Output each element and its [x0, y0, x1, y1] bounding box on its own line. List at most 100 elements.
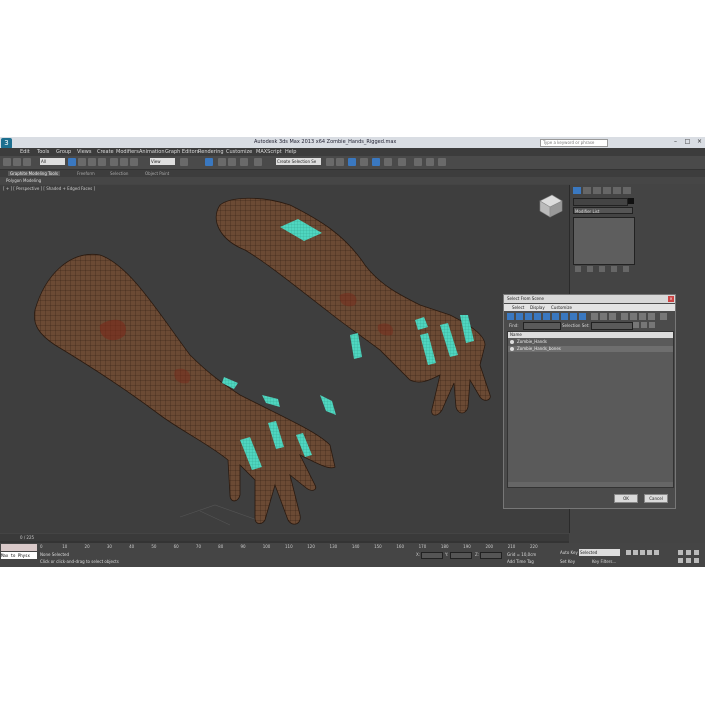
- utilities-tab-icon[interactable]: [623, 187, 631, 194]
- x-field[interactable]: [421, 552, 443, 559]
- y-field[interactable]: [450, 552, 472, 559]
- set-key-button[interactable]: Set Key: [560, 558, 575, 565]
- timeline[interactable]: 0 / 225: [0, 534, 569, 543]
- menu-views[interactable]: Views: [77, 149, 91, 155]
- menu-tools[interactable]: Tools: [37, 149, 49, 155]
- go-to-start-icon[interactable]: [626, 550, 631, 555]
- curve-editor-icon[interactable]: [372, 158, 380, 166]
- display-spacewarps-icon[interactable]: [552, 313, 559, 320]
- track-bar[interactable]: 0 10 20 30 40 50 60 70 80 90 100 110 120 130 140 150 160…: [40, 543, 550, 550]
- menu-modifiers[interactable]: Modifiers: [116, 149, 139, 155]
- render-production-icon[interactable]: [438, 158, 446, 166]
- sync-selection-icon[interactable]: [621, 313, 628, 320]
- remove-modifier-icon[interactable]: [611, 266, 617, 272]
- zoom-icon[interactable]: [678, 550, 683, 555]
- previous-frame-icon[interactable]: [633, 550, 638, 555]
- tab-freeform[interactable]: Freeform: [77, 171, 95, 176]
- find-input[interactable]: [523, 322, 561, 330]
- key-filters-button[interactable]: Key Filters...: [592, 558, 616, 565]
- graphite-toggle-icon[interactable]: [360, 158, 368, 166]
- delete-set-icon[interactable]: [641, 322, 647, 328]
- spinner-snap-icon[interactable]: [240, 158, 248, 166]
- select-object-icon[interactable]: [68, 158, 76, 166]
- window-crossing-icon[interactable]: [98, 158, 106, 166]
- dialog-menu-select[interactable]: Select: [512, 305, 524, 310]
- menu-animation[interactable]: Animation: [139, 149, 165, 155]
- menu-help[interactable]: Help: [285, 149, 296, 155]
- selection-filter-dropdown[interactable]: All: [40, 158, 65, 165]
- motion-tab-icon[interactable]: [603, 187, 611, 194]
- filter-icon[interactable]: [660, 313, 667, 320]
- search-input[interactable]: Type a keyword or phrase: [540, 139, 608, 147]
- display-groups-icon[interactable]: [561, 313, 568, 320]
- tab-selection[interactable]: Selection: [110, 171, 128, 176]
- maxscript-listener-pink[interactable]: [1, 544, 37, 551]
- hierarchy-tab-icon[interactable]: [593, 187, 601, 194]
- menu-graph-editors[interactable]: Graph Editors: [165, 149, 199, 155]
- pan-icon[interactable]: [686, 558, 691, 563]
- list-item[interactable]: Zombie_Hands: [508, 339, 673, 345]
- right-hand-mesh[interactable]: [215, 197, 491, 416]
- z-field[interactable]: [480, 552, 502, 559]
- zoom-extents-icon[interactable]: [694, 550, 699, 555]
- selection-set-dropdown[interactable]: [591, 322, 633, 330]
- layer-manager-icon[interactable]: [348, 158, 356, 166]
- region-select-icon[interactable]: [88, 158, 96, 166]
- save-set-icon[interactable]: [633, 322, 639, 328]
- dialog-menu-display[interactable]: Display: [530, 305, 545, 310]
- list-item[interactable]: Zombie_Hands_bones: [508, 346, 673, 352]
- rendered-frame-icon[interactable]: [426, 158, 434, 166]
- undo-icon[interactable]: [3, 158, 11, 166]
- align-icon[interactable]: [336, 158, 344, 166]
- schematic-view-icon[interactable]: [384, 158, 392, 166]
- zoom-all-icon[interactable]: [686, 550, 691, 555]
- modify-tab-icon[interactable]: [583, 187, 591, 194]
- select-children-icon[interactable]: [630, 313, 637, 320]
- reference-coord-dropdown[interactable]: View: [150, 158, 175, 165]
- display-xrefs-icon[interactable]: [570, 313, 577, 320]
- display-invert-icon[interactable]: [609, 313, 616, 320]
- orbit-icon[interactable]: [694, 558, 699, 563]
- display-lights-icon[interactable]: [525, 313, 532, 320]
- display-none-icon[interactable]: [600, 313, 607, 320]
- menu-edit[interactable]: Edit: [20, 149, 30, 155]
- maximize-icon[interactable]: □: [682, 138, 693, 146]
- pivot-icon[interactable]: [180, 158, 188, 166]
- display-tab-icon[interactable]: [613, 187, 621, 194]
- percent-snap-icon[interactable]: [228, 158, 236, 166]
- menu-create[interactable]: Create: [97, 149, 114, 155]
- modifier-list-dropdown[interactable]: Modifier List: [573, 207, 633, 214]
- field-of-view-icon[interactable]: [678, 558, 683, 563]
- perspective-viewport[interactable]: [ + ] [ Perspective ] [ Shaded + Edged F…: [0, 185, 570, 533]
- menu-maxscript[interactable]: MAXScript: [256, 149, 282, 155]
- close-icon[interactable]: ×: [694, 138, 705, 146]
- cancel-button[interactable]: Cancel: [644, 494, 668, 503]
- polygon-modeling-label[interactable]: Polygon Modeling: [6, 178, 41, 183]
- ok-button[interactable]: OK: [614, 494, 638, 503]
- display-all-icon[interactable]: [591, 313, 598, 320]
- scene-object-list[interactable]: Name Zombie_Hands Zombie_Hands_bones: [507, 331, 674, 488]
- rotate-icon[interactable]: [120, 158, 128, 166]
- display-shapes-icon[interactable]: [516, 313, 523, 320]
- play-icon[interactable]: [640, 550, 645, 555]
- select-dependents-icon[interactable]: [639, 313, 646, 320]
- display-helpers-icon[interactable]: [543, 313, 550, 320]
- edit-named-sets-icon[interactable]: [254, 158, 262, 166]
- move-icon[interactable]: [110, 158, 118, 166]
- scale-icon[interactable]: [130, 158, 138, 166]
- auto-key-button[interactable]: Auto Key: [560, 549, 578, 556]
- make-unique-icon[interactable]: [599, 266, 605, 272]
- angle-snap-icon[interactable]: [218, 158, 226, 166]
- maxscript-listener[interactable]: Max to Physx: [1, 552, 37, 559]
- material-editor-icon[interactable]: [398, 158, 406, 166]
- render-setup-icon[interactable]: [414, 158, 422, 166]
- configure-sets-icon[interactable]: [623, 266, 629, 272]
- viewcube-icon[interactable]: [539, 194, 563, 218]
- modifier-stack[interactable]: [573, 217, 635, 265]
- named-selection-dropdown[interactable]: Create Selection Se: [276, 158, 321, 165]
- minimize-icon[interactable]: –: [670, 138, 681, 146]
- object-color-swatch[interactable]: [628, 198, 634, 204]
- snap-icon[interactable]: [205, 158, 213, 166]
- display-bones-icon[interactable]: [579, 313, 586, 320]
- add-time-tag[interactable]: Add Time Tag: [507, 558, 534, 565]
